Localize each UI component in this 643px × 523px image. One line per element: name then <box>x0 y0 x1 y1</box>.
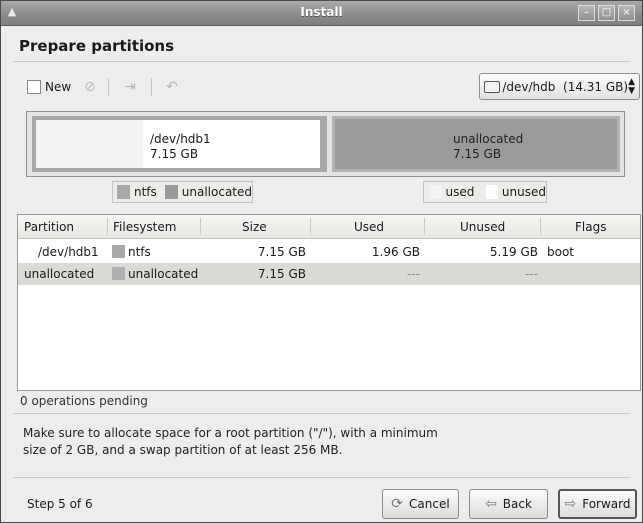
cell-filesystem-label: unallocated <box>128 267 199 281</box>
harddisk-icon <box>484 80 501 93</box>
maximize-icon[interactable]: □ <box>598 5 615 21</box>
column-divider <box>200 218 201 235</box>
column-header-filesystem[interactable]: Filesystem <box>113 220 176 234</box>
cell-partition: unallocated <box>24 267 95 281</box>
segment-name: /dev/hdb1 <box>150 132 211 146</box>
segment-used-area <box>36 120 143 168</box>
cell-filesystem-label: ntfs <box>128 245 151 259</box>
column-header-used[interactable]: Used <box>354 220 384 234</box>
cancel-icon: ⟳ <box>391 496 404 512</box>
disk-select[interactable]: /dev/hdb (14.31 GB) ▲ ▼ <box>479 73 640 100</box>
table-row[interactable]: /dev/hdb1 ntfs 7.15 GB 1.96 GB 5.19 GB b… <box>18 241 640 263</box>
forward-button[interactable]: ⇨ Forward <box>558 489 637 519</box>
cell-filesystem: unallocated <box>112 267 198 281</box>
cell-used: 1.96 GB <box>371 245 420 259</box>
cell-size: 7.15 GB <box>257 267 306 281</box>
step-indicator: Step 5 of 6 <box>27 497 93 511</box>
partition-table[interactable]: Partition Filesystem Size Used Unused Fl… <box>17 214 641 391</box>
cancel-label: Cancel <box>409 497 450 511</box>
window-title: Install <box>300 5 343 19</box>
column-header-unused[interactable]: Unused <box>460 220 505 234</box>
arrow-left-icon: ⇦ <box>485 496 497 512</box>
legend-unused: unused <box>501 185 546 199</box>
partition-segment-unallocated[interactable]: unallocated 7.15 GB <box>332 116 620 172</box>
toolbar-divider <box>108 78 109 96</box>
column-header-partition[interactable]: Partition <box>24 220 74 234</box>
arrow-right-icon: ⇨ <box>564 496 577 512</box>
new-label: New <box>45 80 72 94</box>
ntfs-swatch <box>112 245 125 258</box>
segment-size: 7.15 GB <box>453 147 502 161</box>
toolbar-divider <box>151 78 152 96</box>
close-icon[interactable]: × <box>618 5 635 21</box>
divider <box>13 413 630 414</box>
ntfs-swatch <box>117 185 130 199</box>
title-bar[interactable]: ▲ Install – □ × <box>1 1 642 26</box>
operations-pending: 0 operations pending <box>20 394 148 408</box>
cell-unused: 5.19 GB <box>489 245 538 259</box>
chevron-updown-icon: ▲ ▼ <box>628 76 635 96</box>
partition-segment-hdb1[interactable]: /dev/hdb1 7.15 GB <box>32 116 327 172</box>
minimize-icon[interactable]: – <box>578 5 595 21</box>
allocation-hint: Make sure to allocate space for a root p… <box>23 426 438 457</box>
new-icon <box>27 80 41 94</box>
installer-window: ▲ Install – □ × Prepare partitions New ⊘… <box>0 0 643 523</box>
divider <box>13 61 630 62</box>
column-header-size[interactable]: Size <box>242 220 267 234</box>
unallocated-swatch <box>112 267 125 280</box>
cell-unused: --- <box>525 267 538 281</box>
legend-used: used <box>445 185 475 199</box>
cancel-button[interactable]: ⟳ Cancel <box>382 489 459 519</box>
column-divider <box>107 218 108 235</box>
cell-size: 7.15 GB <box>257 245 306 259</box>
divider <box>13 477 630 478</box>
disk-select-value: /dev/hdb (14.31 GB) <box>502 79 629 94</box>
edit-icon[interactable]: ⇥ <box>121 78 139 96</box>
back-label: Back <box>502 497 532 511</box>
new-partition-button[interactable]: New <box>27 78 71 96</box>
filesystem-legend: ntfs unallocated <box>112 181 253 203</box>
delete-icon[interactable]: ⊘ <box>81 78 99 96</box>
forward-label: Forward <box>582 497 631 511</box>
cell-flags: boot <box>547 245 575 259</box>
segment-size: 7.15 GB <box>150 147 199 161</box>
page-title: Prepare partitions <box>19 37 175 55</box>
unused-swatch <box>486 185 498 199</box>
table-header: Partition Filesystem Size Used Unused Fl… <box>18 215 640 239</box>
column-divider <box>310 218 311 235</box>
back-button[interactable]: ⇦ Back <box>469 489 548 519</box>
cell-filesystem: ntfs <box>112 245 151 259</box>
undo-icon[interactable]: ↶ <box>163 78 181 96</box>
unallocated-swatch <box>164 185 178 199</box>
column-header-flags[interactable]: Flags <box>575 220 606 234</box>
legend-ntfs: ntfs <box>133 185 157 199</box>
column-divider <box>540 218 541 235</box>
cell-used: --- <box>407 267 420 281</box>
cell-partition: /dev/hdb1 <box>38 245 99 259</box>
usage-legend: used unused <box>423 181 547 203</box>
legend-unallocated: unallocated <box>181 185 252 199</box>
table-row[interactable]: unallocated unallocated 7.15 GB --- --- <box>18 263 640 285</box>
column-divider <box>424 218 425 235</box>
segment-name: unallocated <box>453 132 524 146</box>
used-swatch <box>430 185 442 199</box>
